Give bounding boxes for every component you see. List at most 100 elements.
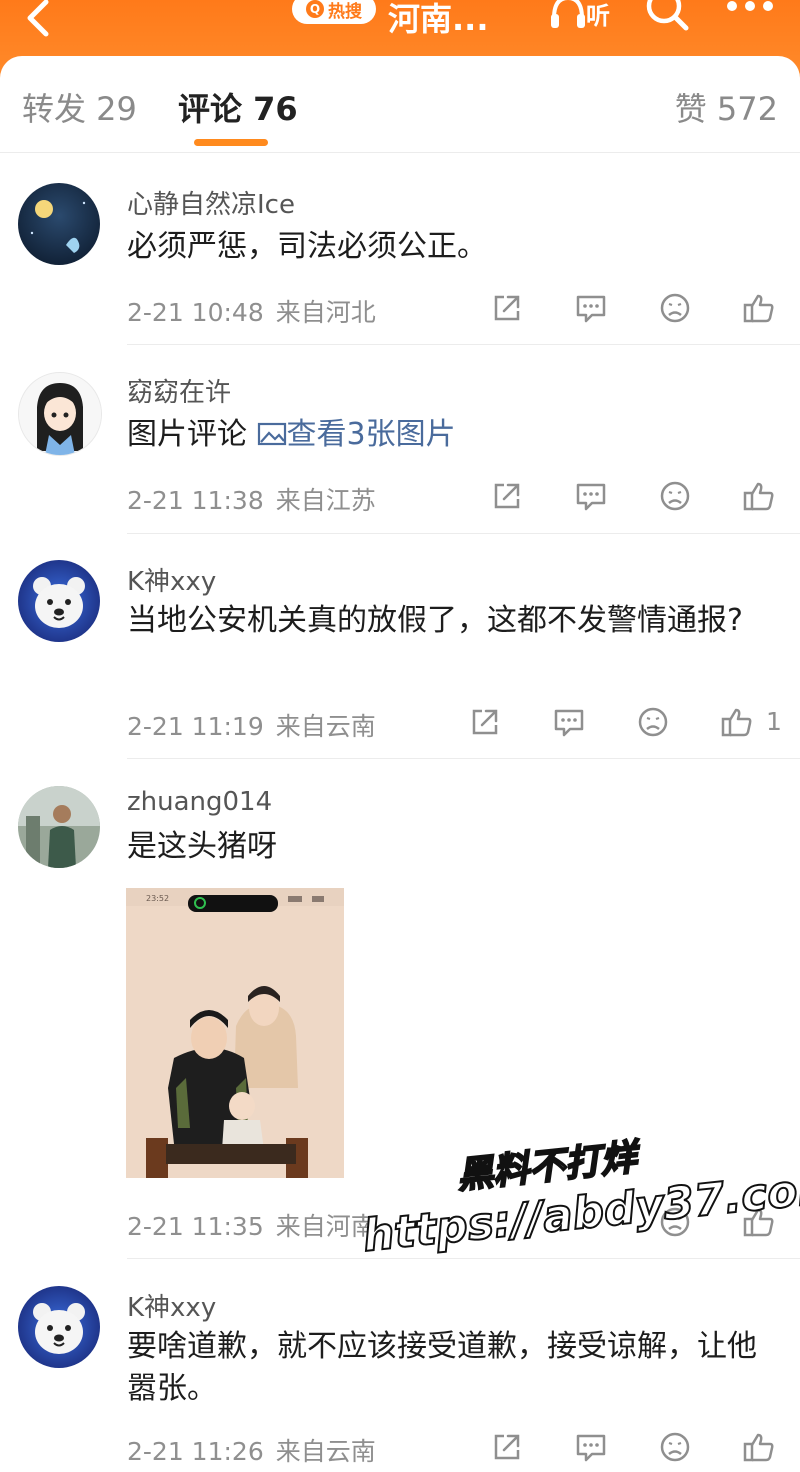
comment-meta: 2-21 11:35 来自河南 [127,1207,376,1243]
view-images-link[interactable]: 查看3张图片 [257,417,456,452]
avatar[interactable] [18,183,100,265]
like-button[interactable] [742,1205,776,1239]
frown-icon [660,1207,690,1237]
like-button[interactable] [720,705,754,739]
avatar[interactable] [18,1286,100,1368]
comment-time: 2-21 11:26 [127,1437,264,1466]
avatar-photo-icon [18,786,100,868]
hot-search-label: 热搜 [328,1,362,22]
comment-text: 图片评论 查看3张图片 [127,414,767,456]
like-count: 1 [766,707,782,736]
comment-divider [127,344,800,345]
frown-icon [660,293,690,323]
tab-forward[interactable]: 转发 29 [22,84,137,130]
comment-time: 2-21 11:35 [127,1212,264,1241]
dislike-button[interactable] [658,479,692,513]
comment-time: 2-21 11:38 [127,486,264,515]
comment-username[interactable]: 心静自然凉Ice [127,184,295,221]
avatar-bear-icon [18,1286,100,1368]
svg-text:听: 听 [586,2,610,30]
tab-like[interactable]: 赞 572 [675,84,778,130]
more-dots-icon [727,1,773,11]
comment-username[interactable]: 窈窈在许 [127,372,231,409]
comment-meta: 2-21 10:48 来自河北 [127,293,376,329]
comments-panel [0,56,800,1472]
thumbs-up-icon [721,708,752,737]
back-arrow-icon [27,0,49,37]
comment-text: 当地公安机关真的放假了，这都不发警情通报? [127,603,743,638]
frown-icon [660,481,690,511]
share-icon [494,483,520,509]
share-button[interactable] [490,291,524,325]
dislike-button[interactable] [658,1430,692,1464]
share-button[interactable] [490,1430,524,1464]
topic-title[interactable]: 河南... [388,0,488,40]
comment-location: 来自江苏 [275,486,376,515]
comment-username[interactable]: zhuang014 [127,787,272,817]
like-button[interactable] [742,1430,776,1464]
comment-icon [576,1434,606,1462]
thumbs-up-icon [743,482,774,511]
more-button[interactable] [722,0,778,24]
share-icon [472,709,498,735]
reply-button[interactable] [574,291,608,325]
share-icon [494,295,520,321]
thumbs-up-icon [743,294,774,323]
like-button[interactable] [742,291,776,325]
reply-button[interactable] [574,1430,608,1464]
comment-location: 来自云南 [275,1437,376,1466]
search-small-icon: Q [306,0,324,18]
search-button[interactable] [642,0,694,38]
tab-divider [0,152,800,153]
dislike-button[interactable] [636,705,670,739]
dislike-button[interactable] [658,291,692,325]
thumbs-up-icon [743,1433,774,1462]
active-tab-indicator [194,139,268,146]
avatar-anime-girl-icon [19,373,101,455]
share-icon [494,1434,520,1460]
comment-time: 2-21 11:19 [127,712,264,741]
comment-username[interactable]: K神xxy [127,1287,216,1324]
comment-text: 必须严惩，司法必须公正。 [127,229,487,264]
comment-text-prefix: 图片评论 [127,417,257,452]
comment-divider [127,533,800,534]
comment-location: 来自河南 [275,1212,376,1241]
share-button[interactable] [468,705,502,739]
frown-icon [660,1432,690,1462]
avatar-bear-icon [18,560,100,642]
comment-divider [127,758,800,759]
listen-button[interactable]: 听 [548,0,614,34]
comment-photo[interactable]: 23:52 [126,888,344,1178]
reply-button[interactable] [552,705,586,739]
comment-meta: 2-21 11:19 来自云南 [127,707,376,743]
search-icon [646,0,689,31]
tab-comment[interactable]: 评论 76 [178,84,298,130]
comment-location: 来自云南 [275,712,376,741]
back-button[interactable] [12,0,62,44]
comment-meta: 2-21 11:38 来自江苏 [127,481,376,517]
photo-status-time: 23:52 [146,894,169,903]
frown-icon [638,707,668,737]
comment-location: 来自河北 [275,298,376,327]
comment-text: 要啥道歉，就不应该接受道歉，接受谅解，让他嚣张。 [127,1329,757,1406]
avatar[interactable] [18,786,100,868]
comment-meta: 2-21 11:26 来自云南 [127,1432,376,1468]
like-button[interactable] [742,479,776,513]
view-images-label: 查看3张图片 [286,417,456,452]
comment-username[interactable]: K神xxy [127,561,216,598]
reply-button[interactable] [574,479,608,513]
avatar[interactable] [18,372,102,456]
comment-icon [576,483,606,511]
comment-time: 2-21 10:48 [127,298,264,327]
family-portrait-image: 23:52 [126,888,344,1178]
dislike-button[interactable] [658,1205,692,1239]
hot-search-badge[interactable]: Q 热搜 [292,0,376,24]
comment-divider [127,1258,800,1259]
thumbs-up-icon [743,1208,774,1237]
avatar[interactable] [18,560,100,642]
share-button[interactable] [490,479,524,513]
comment-icon [576,295,606,323]
avatar-moon-icon [18,183,100,265]
comment-text: 是这头猪呀 [127,829,277,864]
headphone-listen-icon: 听 [551,0,610,30]
